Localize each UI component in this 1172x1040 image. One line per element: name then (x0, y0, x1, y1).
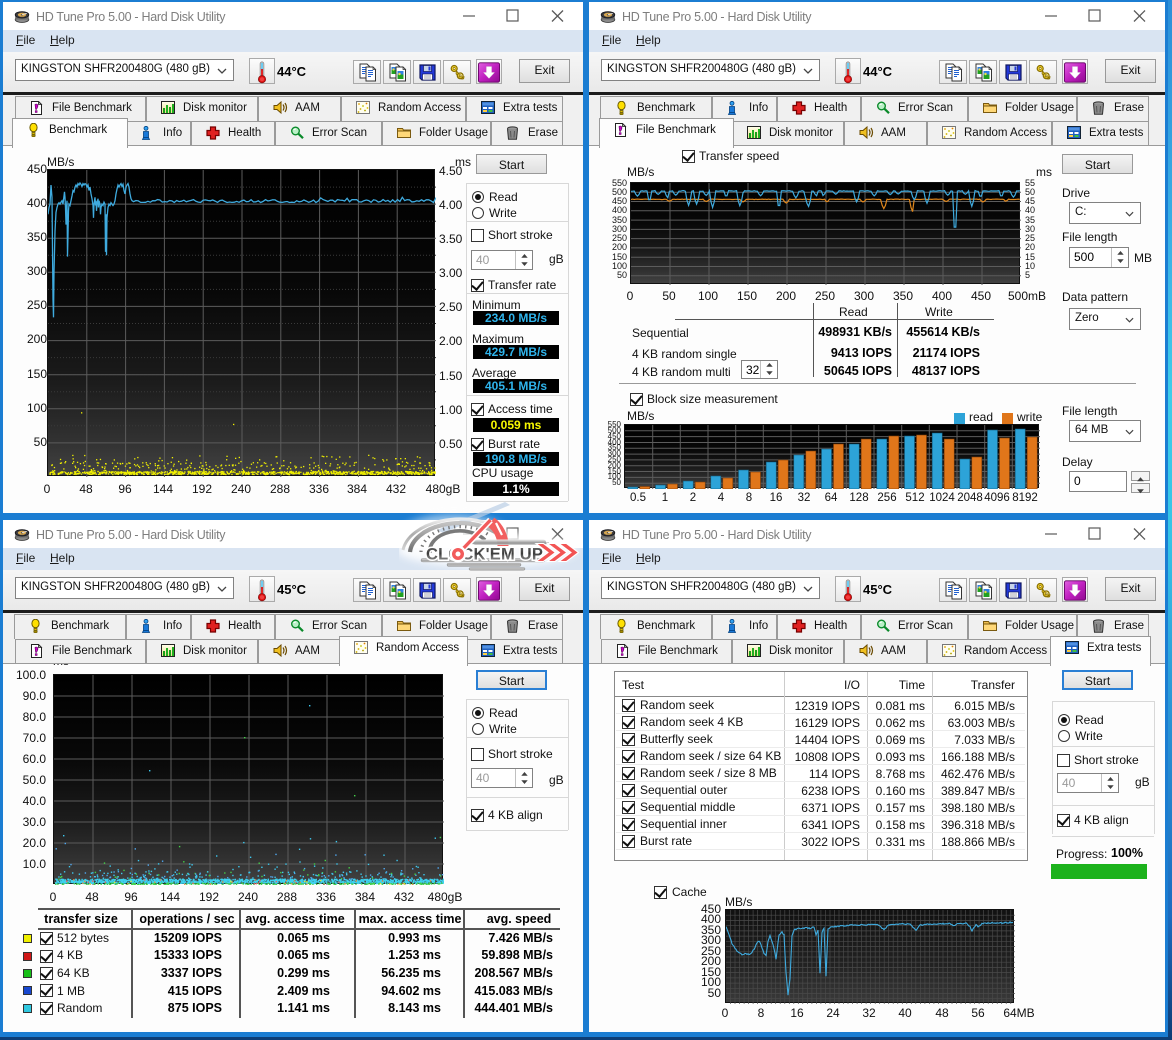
svg-text:CLOCK'EM UP: CLOCK'EM UP (426, 546, 543, 564)
